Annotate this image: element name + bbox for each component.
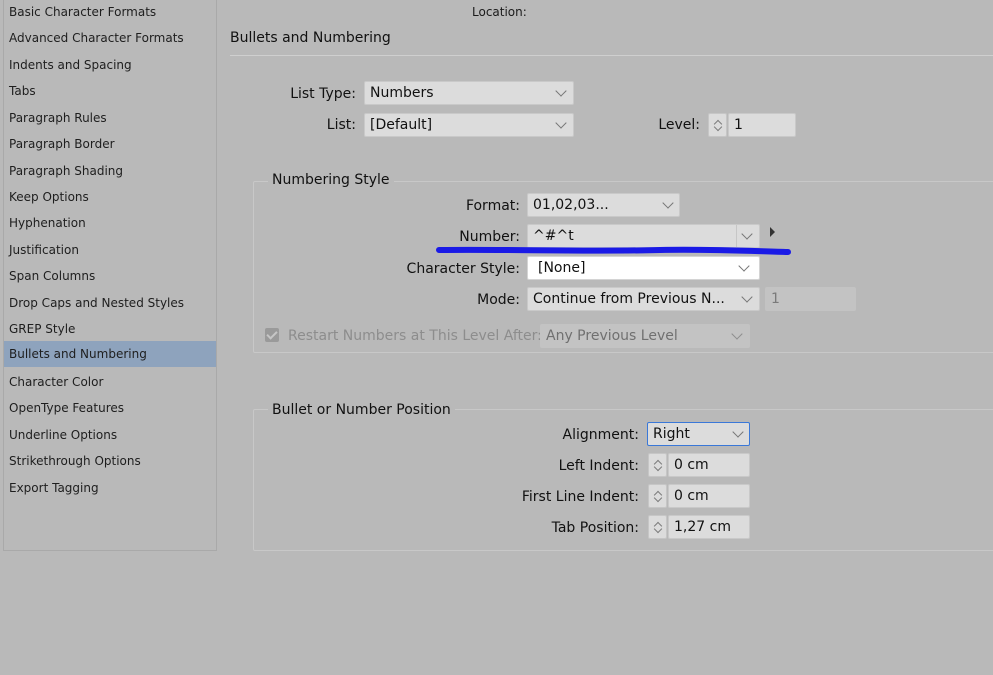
restart-label: Restart Numbers at This Level After:: [288, 328, 542, 344]
mode-label: Mode:: [477, 292, 520, 308]
sidebar-item-character-color[interactable]: Character Color: [4, 369, 216, 395]
annotation-underline-stroke: [436, 246, 791, 255]
section-title: Bullets and Numbering: [230, 30, 391, 46]
mode-value: Continue from Previous N...: [533, 291, 725, 307]
sidebar-item-strikethrough-options[interactable]: Strikethrough Options: [4, 448, 216, 474]
location-label: Location:: [472, 5, 527, 19]
sidebar-item-span-columns[interactable]: Span Columns: [4, 263, 216, 289]
level-stepper[interactable]: [708, 113, 727, 137]
format-value: 01,02,03...: [533, 197, 609, 213]
special-characters-menu-icon[interactable]: [770, 227, 775, 237]
first-line-indent-input[interactable]: 0 cm: [668, 484, 750, 508]
sidebar-item-hyphenation[interactable]: Hyphenation: [4, 210, 216, 236]
sidebar-item-advanced-character-formats[interactable]: Advanced Character Formats: [4, 25, 216, 51]
left-indent-stepper[interactable]: [648, 453, 667, 477]
list-type-label: List Type:: [290, 86, 356, 102]
sidebar-item-underline-options[interactable]: Underline Options: [4, 422, 216, 448]
category-list[interactable]: Basic Character Formats Advanced Charact…: [3, 0, 217, 551]
header-divider: [230, 55, 993, 56]
chevron-down-icon: [741, 291, 753, 303]
restart-checkbox[interactable]: [265, 328, 279, 342]
alignment-label: Alignment:: [562, 427, 639, 443]
sidebar-item-tabs[interactable]: Tabs: [4, 78, 216, 104]
restart-level-value: Any Previous Level: [546, 328, 678, 344]
checkmark-icon: [266, 328, 278, 340]
sidebar-item-paragraph-border[interactable]: Paragraph Border: [4, 131, 216, 157]
format-label: Format:: [465, 198, 520, 214]
tab-position-input[interactable]: 1,27 cm: [668, 515, 750, 539]
tab-position-label: Tab Position:: [551, 520, 639, 536]
chevron-down-icon: [662, 197, 674, 209]
sidebar-item-keep-options[interactable]: Keep Options: [4, 184, 216, 210]
sidebar-item-grep-style[interactable]: GREP Style: [4, 316, 216, 342]
list-dropdown[interactable]: [Default]: [364, 113, 574, 137]
sidebar-item-basic-character-formats[interactable]: Basic Character Formats: [4, 0, 216, 25]
list-value: [Default]: [370, 117, 433, 133]
sidebar-item-paragraph-rules[interactable]: Paragraph Rules: [4, 105, 216, 131]
numbering-style-title: Numbering Style: [268, 172, 394, 188]
format-dropdown[interactable]: 01,02,03...: [527, 193, 680, 217]
list-label: List:: [326, 117, 356, 133]
alignment-dropdown[interactable]: Right: [647, 422, 750, 446]
list-type-value: Numbers: [370, 85, 434, 101]
chevron-down-icon: [555, 85, 567, 97]
bullet-position-title: Bullet or Number Position: [268, 402, 455, 418]
sidebar-item-drop-caps-and-nested-styles[interactable]: Drop Caps and Nested Styles: [4, 290, 216, 316]
left-indent-input[interactable]: 0 cm: [668, 453, 750, 477]
sidebar-item-bullets-and-numbering[interactable]: Bullets and Numbering: [4, 341, 216, 367]
chevron-down-icon: [555, 117, 567, 129]
chevron-down-icon: [731, 328, 743, 340]
alignment-value: Right: [653, 426, 690, 442]
sidebar-item-opentype-features[interactable]: OpenType Features: [4, 395, 216, 421]
level-label: Level:: [658, 117, 700, 133]
first-line-indent-label: First Line Indent:: [521, 489, 639, 505]
list-type-dropdown[interactable]: Numbers: [364, 81, 574, 105]
sidebar-item-export-tagging[interactable]: Export Tagging: [4, 475, 216, 501]
chevron-down-icon: [732, 426, 744, 438]
left-indent-label: Left Indent:: [558, 458, 639, 474]
tab-position-stepper[interactable]: [648, 515, 667, 539]
sidebar-item-indents-and-spacing[interactable]: Indents and Spacing: [4, 52, 216, 78]
level-input[interactable]: 1: [728, 113, 796, 137]
mode-dropdown[interactable]: Continue from Previous N...: [527, 287, 760, 311]
mode-start-number-input[interactable]: 1: [765, 287, 856, 311]
first-line-indent-stepper[interactable]: [648, 484, 667, 508]
restart-level-dropdown[interactable]: Any Previous Level: [540, 324, 750, 348]
sidebar-item-justification[interactable]: Justification: [4, 237, 216, 263]
sidebar-item-paragraph-shading[interactable]: Paragraph Shading: [4, 158, 216, 184]
